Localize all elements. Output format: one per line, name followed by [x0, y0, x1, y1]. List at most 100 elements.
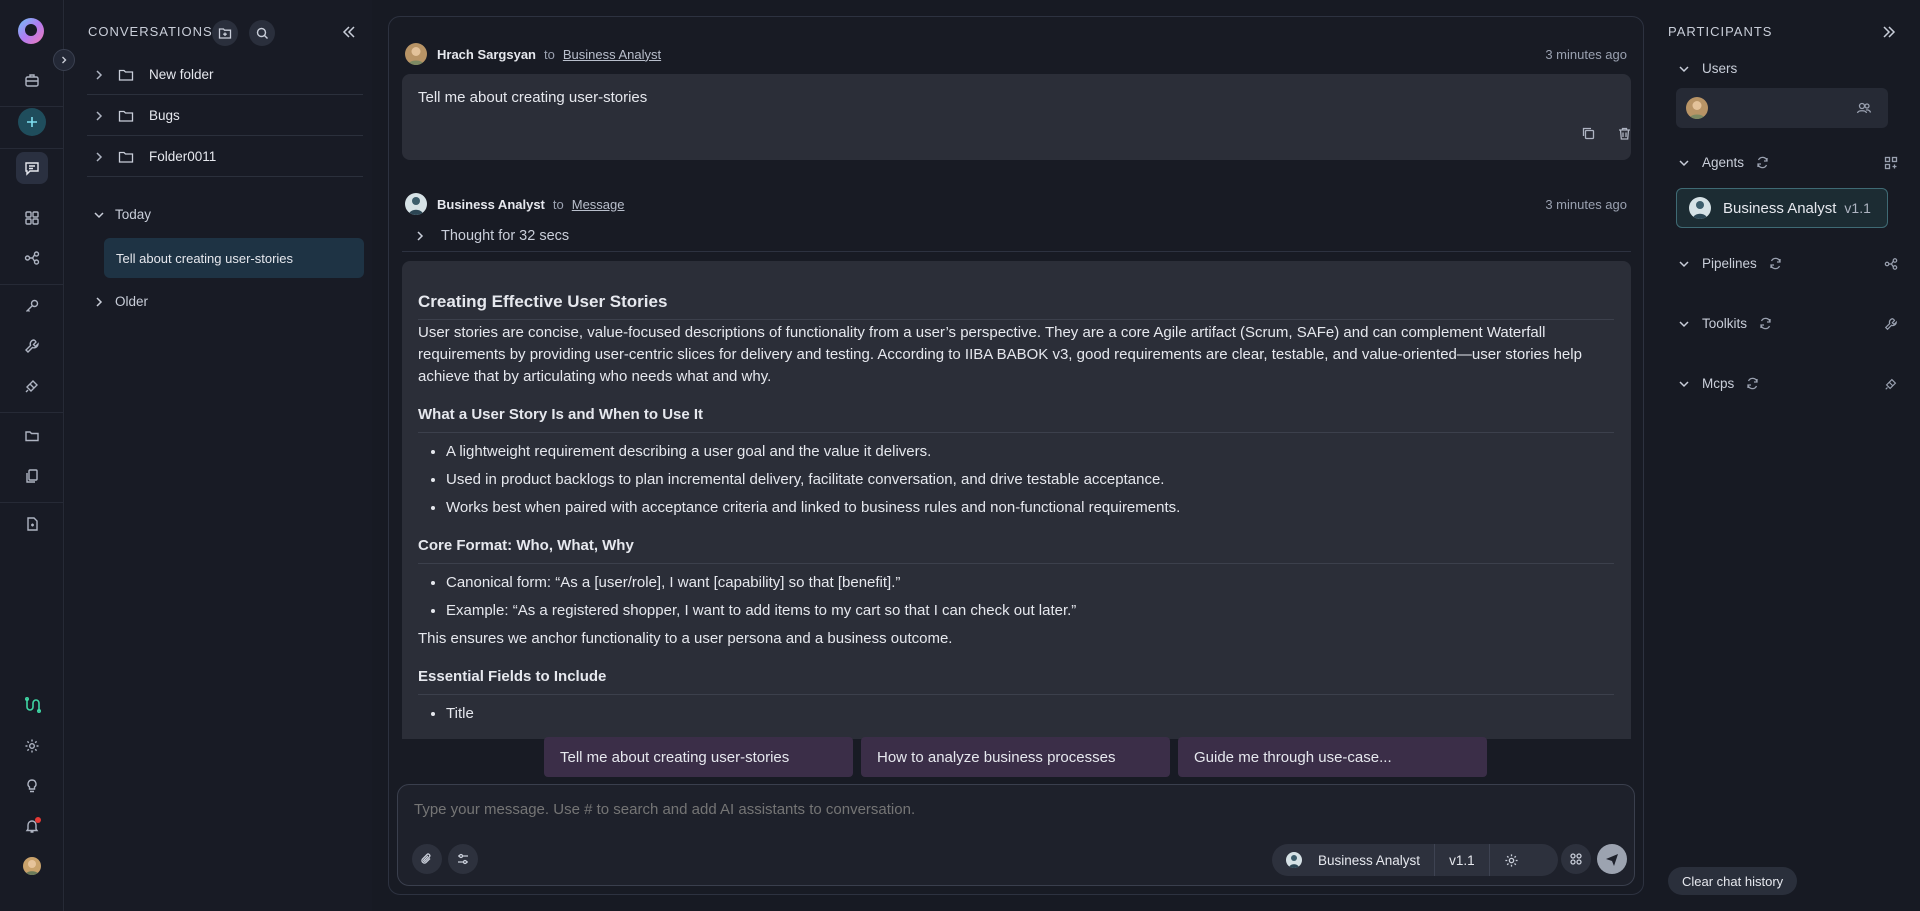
message-input[interactable] — [414, 801, 1314, 818]
message-to: to — [552, 196, 564, 212]
agent-name: Business Analyst — [1723, 199, 1837, 217]
suggestion-chip[interactable]: How to analyze business processes — [861, 737, 1170, 777]
clear-chat-history-button[interactable]: Clear chat history — [1668, 867, 1798, 895]
agent-message-header: Business Analyst to Message 3 minutes ag… — [405, 191, 1627, 217]
pipeline-icon[interactable] — [16, 242, 48, 274]
add-toolkit-icon[interactable] — [1884, 317, 1898, 331]
apps-icon[interactable] — [1561, 844, 1591, 874]
add-icon[interactable] — [18, 108, 46, 136]
lightbulb-icon[interactable] — [16, 770, 48, 802]
section-toolkits[interactable]: Toolkits — [1676, 316, 1898, 331]
user-message-header: Hrach Sargsyan to Business Analyst 3 min… — [405, 41, 1627, 67]
list-item: Used in product backlogs to plan increme… — [446, 469, 1614, 491]
grid-icon[interactable] — [16, 202, 48, 234]
refresh-icon[interactable] — [1769, 257, 1782, 270]
group-older[interactable]: Older — [87, 294, 148, 309]
message-recipient-link[interactable]: Business Analyst — [563, 47, 661, 62]
message-to: to — [544, 46, 555, 62]
user-participant-card[interactable] — [1676, 88, 1888, 128]
folder-row[interactable]: Bugs — [87, 96, 363, 136]
folder-row[interactable]: New folder — [87, 55, 363, 95]
refresh-icon[interactable] — [1746, 377, 1759, 390]
chevron-down-icon — [1676, 157, 1692, 169]
chevron-down-icon — [1676, 318, 1692, 330]
thought-toggle[interactable]: Thought for 32 secs — [409, 228, 569, 244]
manage-users-icon[interactable] — [1856, 100, 1872, 116]
chevron-right-icon — [87, 69, 111, 81]
agent-selector[interactable]: Business Analyst — [1272, 844, 1436, 876]
section-users[interactable]: Users — [1676, 61, 1898, 76]
collapse-panel-icon[interactable] — [1880, 23, 1900, 43]
agent-avatar — [1286, 852, 1302, 868]
selected-agent-pill[interactable]: Business Analyst v1.1 — [1272, 844, 1558, 876]
bell-icon[interactable] — [16, 810, 48, 842]
agent-name: Business Analyst — [1318, 852, 1421, 868]
group-today[interactable]: Today — [87, 207, 151, 222]
section-mcps[interactable]: Mcps — [1676, 376, 1898, 391]
folder-row[interactable]: Folder0011 — [87, 137, 363, 177]
folder-label: New folder — [149, 67, 214, 82]
section-pipelines[interactable]: Pipelines — [1676, 256, 1898, 271]
folder-icon — [111, 67, 141, 83]
section-label: Mcps — [1702, 376, 1735, 391]
section-text: This ensures we anchor functionality to … — [418, 630, 953, 647]
wrench-icon[interactable] — [16, 330, 48, 362]
add-mcp-icon[interactable] — [1884, 377, 1898, 391]
search-button[interactable] — [249, 20, 275, 46]
message-author: Hrach Sargsyan — [437, 46, 536, 62]
new-folder-button[interactable] — [212, 20, 238, 46]
sliders-icon[interactable] — [448, 844, 478, 874]
key-icon[interactable] — [16, 290, 48, 322]
suggestion-chip[interactable]: Tell me about creating user-stories — [544, 737, 853, 777]
chevron-right-icon — [87, 151, 111, 163]
send-button[interactable] — [1597, 844, 1627, 874]
attach-icon[interactable] — [412, 844, 442, 874]
refresh-icon[interactable] — [1756, 156, 1769, 169]
agent-version[interactable]: v1.1 — [1435, 844, 1490, 876]
folder-icon[interactable] — [16, 420, 48, 452]
agent-participant-card[interactable]: Business Analyst v1.1 — [1676, 188, 1888, 228]
section-title: What a User Story Is and When to Use It — [418, 404, 1614, 433]
participants-panel: PARTICIPANTS Users Agents Business Analy… — [1660, 0, 1920, 911]
conversations-title: CONVERSATIONS — [88, 24, 213, 39]
folder-icon — [111, 108, 141, 124]
add-pipeline-icon[interactable] — [1884, 257, 1898, 271]
chat-icon[interactable] — [16, 152, 48, 184]
thought-label: Thought for 32 secs — [441, 228, 570, 244]
message-recipient-link[interactable]: Message — [572, 197, 625, 212]
briefcase-icon[interactable] — [16, 64, 48, 96]
delete-icon[interactable] — [1613, 122, 1635, 144]
folder-icon — [111, 149, 141, 165]
pulse-icon[interactable] — [16, 689, 48, 721]
suggestion-chip[interactable]: Guide me through use-case... — [1178, 737, 1487, 777]
expand-rail-button[interactable] — [53, 49, 75, 71]
agent-avatar — [1689, 197, 1711, 219]
section-title: Core Format: Who, What, Why — [418, 535, 1614, 564]
document-icon[interactable] — [16, 508, 48, 540]
left-rail — [0, 0, 64, 911]
bullet-list: Title — [446, 703, 1614, 725]
list-item: A lightweight requirement describing a u… — [446, 441, 1614, 463]
agent-version-label: v1.1 — [1449, 852, 1475, 868]
section-label: Users — [1702, 61, 1738, 76]
section-agents[interactable]: Agents — [1676, 155, 1898, 170]
chevron-down-icon — [1676, 63, 1692, 75]
agent-settings-icon[interactable] — [1490, 844, 1533, 876]
conversation-item-active[interactable]: Tell about creating user-stories — [104, 238, 364, 278]
section-label: Toolkits — [1702, 316, 1748, 331]
copy-icon[interactable] — [1577, 122, 1599, 144]
clear-chat-history-label: Clear chat history — [1682, 873, 1784, 889]
user-avatar[interactable] — [23, 857, 41, 875]
copy-documents-icon[interactable] — [16, 460, 48, 492]
add-agent-icon[interactable] — [1884, 156, 1898, 170]
notification-dot — [35, 817, 41, 823]
app-logo[interactable] — [16, 16, 46, 46]
bullet-list: Canonical form: “As a [user/role], I wan… — [446, 572, 1614, 622]
message-time: 3 minutes ago — [1545, 46, 1627, 62]
conversations-panel: CONVERSATIONS New folder Bugs Folder0011… — [65, 0, 372, 911]
refresh-icon[interactable] — [1759, 317, 1772, 330]
settings-icon[interactable] — [16, 730, 48, 762]
mcp-icon[interactable] — [16, 370, 48, 402]
collapse-panel-icon[interactable] — [340, 23, 360, 43]
chevron-down-icon — [1676, 378, 1692, 390]
